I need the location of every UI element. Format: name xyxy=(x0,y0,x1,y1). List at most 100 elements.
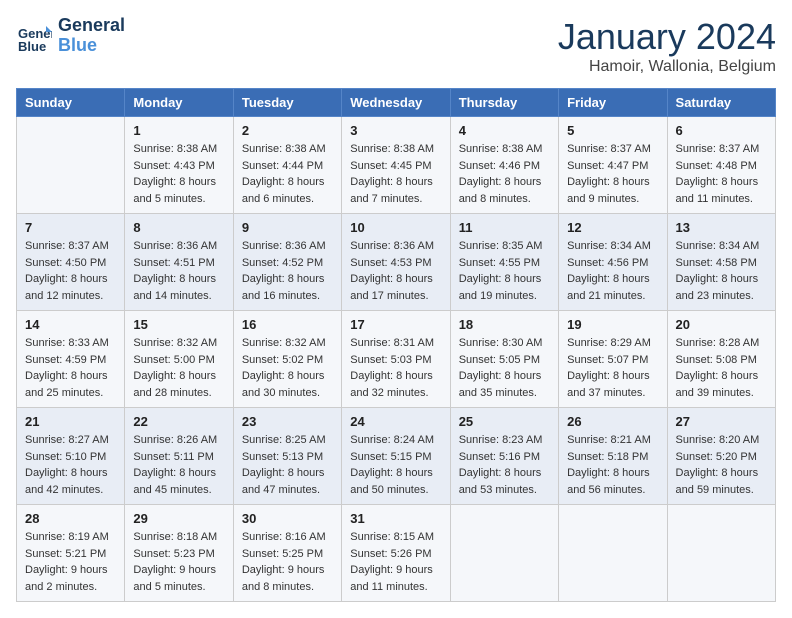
calendar-day-cell: 20 Sunrise: 8:28 AM Sunset: 5:08 PM Dayli… xyxy=(667,311,775,408)
calendar-week-row: 1 Sunrise: 8:38 AM Sunset: 4:43 PM Daylig… xyxy=(17,117,776,214)
day-info: Sunrise: 8:35 AM Sunset: 4:55 PM Dayligh… xyxy=(459,238,550,304)
day-info: Sunrise: 8:29 AM Sunset: 5:07 PM Dayligh… xyxy=(567,335,658,401)
calendar-day-cell: 7 Sunrise: 8:37 AM Sunset: 4:50 PM Daylig… xyxy=(17,214,125,311)
weekday-header-cell: Sunday xyxy=(17,89,125,117)
calendar-day-cell: 18 Sunrise: 8:30 AM Sunset: 5:05 PM Dayli… xyxy=(450,311,558,408)
day-number: 24 xyxy=(350,414,441,429)
calendar-day-cell xyxy=(17,117,125,214)
day-number: 7 xyxy=(25,220,116,235)
day-info: Sunrise: 8:20 AM Sunset: 5:20 PM Dayligh… xyxy=(676,432,767,498)
calendar-day-cell xyxy=(450,505,558,602)
calendar-day-cell: 31 Sunrise: 8:15 AM Sunset: 5:26 PM Dayli… xyxy=(342,505,450,602)
calendar-day-cell: 28 Sunrise: 8:19 AM Sunset: 5:21 PM Dayli… xyxy=(17,505,125,602)
day-number: 11 xyxy=(459,220,550,235)
day-number: 17 xyxy=(350,317,441,332)
calendar-day-cell: 30Sunrise: 8:16 AM Sunset: 5:25 PM Dayli… xyxy=(233,505,341,602)
day-info: Sunrise: 8:18 AM Sunset: 5:23 PM Dayligh… xyxy=(133,529,224,595)
day-info: Sunrise: 8:30 AM Sunset: 5:05 PM Dayligh… xyxy=(459,335,550,401)
day-number: 28 xyxy=(25,511,116,526)
day-info: Sunrise: 8:26 AM Sunset: 5:11 PM Dayligh… xyxy=(133,432,224,498)
day-number: 30 xyxy=(242,511,333,526)
day-number: 29 xyxy=(133,511,224,526)
weekday-header-cell: Thursday xyxy=(450,89,558,117)
calendar-week-row: 7 Sunrise: 8:37 AM Sunset: 4:50 PM Daylig… xyxy=(17,214,776,311)
calendar-day-cell: 9 Sunrise: 8:36 AM Sunset: 4:52 PM Daylig… xyxy=(233,214,341,311)
day-number: 31 xyxy=(350,511,441,526)
day-number: 25 xyxy=(459,414,550,429)
day-info: Sunrise: 8:15 AM Sunset: 5:26 PM Dayligh… xyxy=(350,529,441,595)
day-number: 13 xyxy=(676,220,767,235)
day-number: 15 xyxy=(133,317,224,332)
day-info: Sunrise: 8:37 AM Sunset: 4:50 PM Dayligh… xyxy=(25,238,116,304)
calendar-day-cell: 17Sunrise: 8:31 AM Sunset: 5:03 PM Dayli… xyxy=(342,311,450,408)
calendar-body: 1 Sunrise: 8:38 AM Sunset: 4:43 PM Daylig… xyxy=(17,117,776,602)
month-title: January 2024 xyxy=(558,16,776,58)
day-info: Sunrise: 8:19 AM Sunset: 5:21 PM Dayligh… xyxy=(25,529,116,595)
calendar-day-cell: 13 Sunrise: 8:34 AM Sunset: 4:58 PM Dayli… xyxy=(667,214,775,311)
day-number: 10 xyxy=(350,220,441,235)
day-number: 20 xyxy=(676,317,767,332)
day-info: Sunrise: 8:38 AM Sunset: 4:43 PM Dayligh… xyxy=(133,141,224,207)
day-number: 14 xyxy=(25,317,116,332)
weekday-header-cell: Friday xyxy=(559,89,667,117)
day-number: 6 xyxy=(676,123,767,138)
day-number: 27 xyxy=(676,414,767,429)
day-info: Sunrise: 8:24 AM Sunset: 5:15 PM Dayligh… xyxy=(350,432,441,498)
calendar-week-row: 14Sunrise: 8:33 AM Sunset: 4:59 PM Dayli… xyxy=(17,311,776,408)
weekday-header-cell: Wednesday xyxy=(342,89,450,117)
calendar-day-cell: 29 Sunrise: 8:18 AM Sunset: 5:23 PM Dayli… xyxy=(125,505,233,602)
day-number: 19 xyxy=(567,317,658,332)
calendar-day-cell: 1 Sunrise: 8:38 AM Sunset: 4:43 PM Daylig… xyxy=(125,117,233,214)
day-info: Sunrise: 8:34 AM Sunset: 4:56 PM Dayligh… xyxy=(567,238,658,304)
calendar-day-cell: 27 Sunrise: 8:20 AM Sunset: 5:20 PM Dayli… xyxy=(667,408,775,505)
day-number: 9 xyxy=(242,220,333,235)
location-subtitle: Hamoir, Wallonia, Belgium xyxy=(558,58,776,76)
calendar-day-cell: 5Sunrise: 8:37 AM Sunset: 4:47 PM Daylig… xyxy=(559,117,667,214)
calendar-day-cell xyxy=(559,505,667,602)
day-number: 1 xyxy=(133,123,224,138)
svg-text:Blue: Blue xyxy=(18,39,46,54)
day-number: 23 xyxy=(242,414,333,429)
calendar-day-cell: 16 Sunrise: 8:32 AM Sunset: 5:02 PM Dayli… xyxy=(233,311,341,408)
calendar-header-row: SundayMondayTuesdayWednesdayThursdayFrid… xyxy=(17,89,776,117)
page-header: General Blue General Blue January 2024 H… xyxy=(16,16,776,76)
calendar-week-row: 28 Sunrise: 8:19 AM Sunset: 5:21 PM Dayli… xyxy=(17,505,776,602)
day-info: Sunrise: 8:36 AM Sunset: 4:53 PM Dayligh… xyxy=(350,238,441,304)
logo-line2: Blue xyxy=(58,36,125,56)
day-number: 5 xyxy=(567,123,658,138)
day-number: 2 xyxy=(242,123,333,138)
day-info: Sunrise: 8:21 AM Sunset: 5:18 PM Dayligh… xyxy=(567,432,658,498)
day-number: 12 xyxy=(567,220,658,235)
day-number: 3 xyxy=(350,123,441,138)
day-number: 8 xyxy=(133,220,224,235)
calendar-day-cell: 15 Sunrise: 8:32 AM Sunset: 5:00 PM Dayli… xyxy=(125,311,233,408)
calendar-day-cell: 14Sunrise: 8:33 AM Sunset: 4:59 PM Dayli… xyxy=(17,311,125,408)
weekday-header-cell: Tuesday xyxy=(233,89,341,117)
calendar-day-cell: 25Sunrise: 8:23 AM Sunset: 5:16 PM Dayli… xyxy=(450,408,558,505)
day-info: Sunrise: 8:32 AM Sunset: 5:02 PM Dayligh… xyxy=(242,335,333,401)
logo-icon: General Blue xyxy=(16,18,52,54)
calendar-day-cell: 6 Sunrise: 8:37 AM Sunset: 4:48 PM Daylig… xyxy=(667,117,775,214)
calendar-day-cell: 22Sunrise: 8:26 AM Sunset: 5:11 PM Dayli… xyxy=(125,408,233,505)
day-number: 18 xyxy=(459,317,550,332)
day-number: 4 xyxy=(459,123,550,138)
day-info: Sunrise: 8:28 AM Sunset: 5:08 PM Dayligh… xyxy=(676,335,767,401)
day-number: 26 xyxy=(567,414,658,429)
day-info: Sunrise: 8:36 AM Sunset: 4:52 PM Dayligh… xyxy=(242,238,333,304)
calendar-day-cell: 3Sunrise: 8:38 AM Sunset: 4:45 PM Daylig… xyxy=(342,117,450,214)
title-block: January 2024 Hamoir, Wallonia, Belgium xyxy=(558,16,776,76)
calendar-day-cell: 19 Sunrise: 8:29 AM Sunset: 5:07 PM Dayli… xyxy=(559,311,667,408)
calendar-week-row: 21Sunrise: 8:27 AM Sunset: 5:10 PM Dayli… xyxy=(17,408,776,505)
day-info: Sunrise: 8:25 AM Sunset: 5:13 PM Dayligh… xyxy=(242,432,333,498)
day-number: 16 xyxy=(242,317,333,332)
calendar-table: SundayMondayTuesdayWednesdayThursdayFrid… xyxy=(16,88,776,602)
calendar-day-cell: 21Sunrise: 8:27 AM Sunset: 5:10 PM Dayli… xyxy=(17,408,125,505)
calendar-day-cell: 4Sunrise: 8:38 AM Sunset: 4:46 PM Daylig… xyxy=(450,117,558,214)
calendar-day-cell: 2 Sunrise: 8:38 AM Sunset: 4:44 PM Daylig… xyxy=(233,117,341,214)
day-info: Sunrise: 8:37 AM Sunset: 4:48 PM Dayligh… xyxy=(676,141,767,207)
calendar-day-cell: 23 Sunrise: 8:25 AM Sunset: 5:13 PM Dayli… xyxy=(233,408,341,505)
day-info: Sunrise: 8:34 AM Sunset: 4:58 PM Dayligh… xyxy=(676,238,767,304)
day-info: Sunrise: 8:38 AM Sunset: 4:44 PM Dayligh… xyxy=(242,141,333,207)
day-info: Sunrise: 8:32 AM Sunset: 5:00 PM Dayligh… xyxy=(133,335,224,401)
calendar-day-cell: 8Sunrise: 8:36 AM Sunset: 4:51 PM Daylig… xyxy=(125,214,233,311)
